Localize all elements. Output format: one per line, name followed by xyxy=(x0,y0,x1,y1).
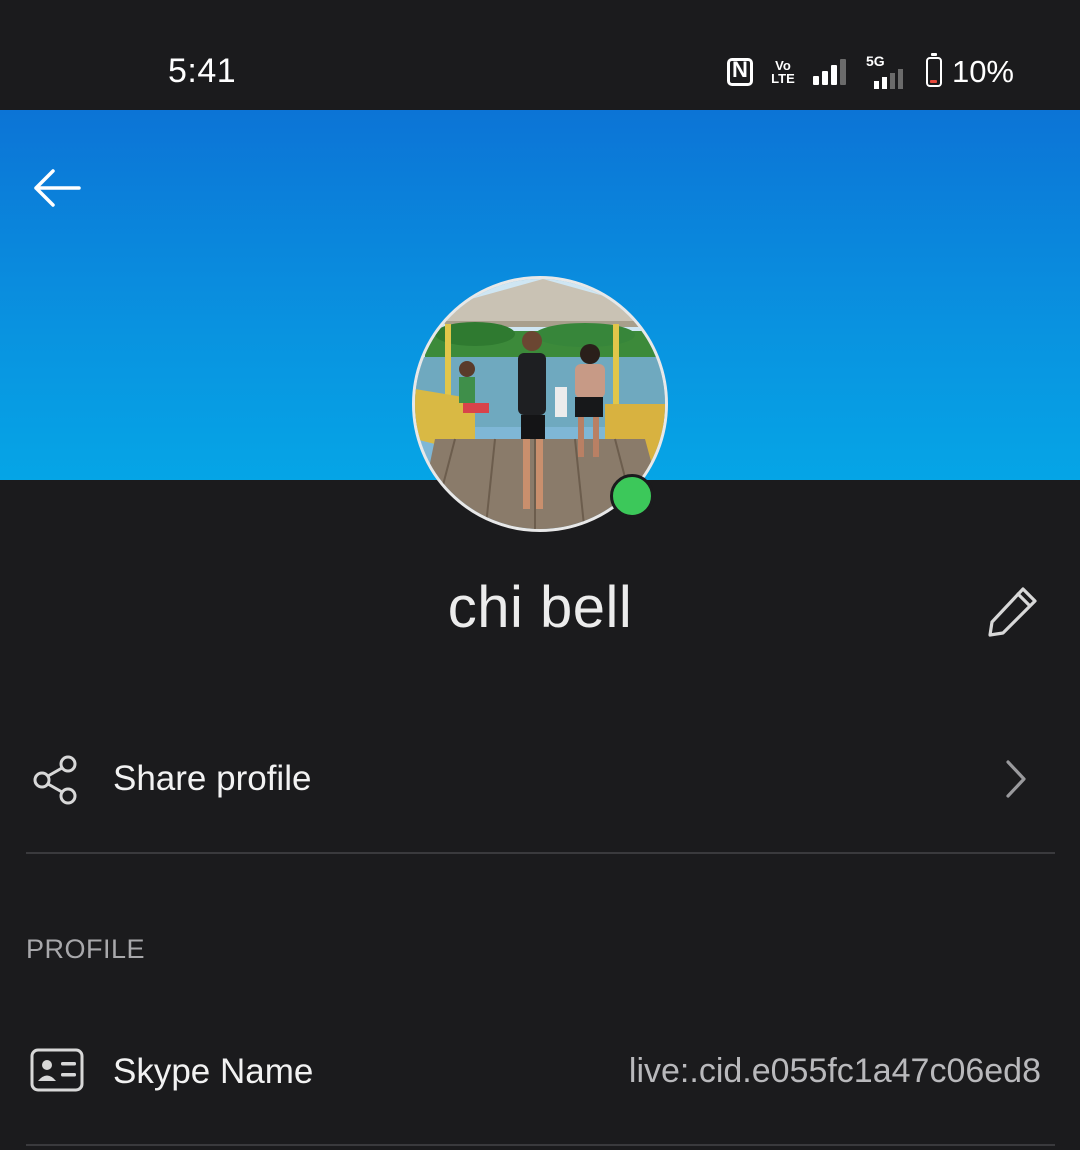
back-arrow-icon xyxy=(34,169,81,207)
network-label: 5G xyxy=(865,53,885,69)
status-icons: Vo LTE 5G 10% xyxy=(726,52,1014,92)
skype-name-value[interactable]: live:.cid.e055fc1a47c06ed8 xyxy=(629,1052,1041,1091)
share-profile-row[interactable]: Share profile xyxy=(0,735,1080,827)
status-bar: 5:41 Vo LTE 5G 10% xyxy=(0,0,1080,110)
share-icon xyxy=(33,755,77,805)
status-time: 5:41 xyxy=(168,52,237,90)
skype-name-label: Skype Name xyxy=(113,1052,314,1091)
volte-label: Vo LTE xyxy=(771,58,795,86)
edit-name-button[interactable] xyxy=(982,580,1044,642)
divider xyxy=(26,1144,1055,1146)
battery-percent: 10% xyxy=(951,54,1014,89)
chevron-right-icon xyxy=(1006,760,1026,798)
skype-name-row[interactable]: Skype Name live:.cid.e055fc1a47c06ed8 xyxy=(0,1030,1080,1120)
id-card-icon xyxy=(30,1048,84,1092)
pencil-icon xyxy=(988,587,1037,637)
battery-icon xyxy=(925,53,942,87)
section-heading-profile: PROFILE xyxy=(26,934,146,964)
back-button[interactable] xyxy=(26,160,86,216)
volte-icon: Vo LTE xyxy=(767,59,799,85)
profile-display-name: chi bell xyxy=(447,575,633,640)
network-5g-icon: 5G xyxy=(860,53,912,89)
nfc-icon xyxy=(726,57,753,86)
divider xyxy=(26,852,1055,854)
profile-screen: 5:41 Vo LTE 5G 10% xyxy=(0,0,1080,1150)
signal-strength-icon xyxy=(812,59,846,85)
share-profile-label: Share profile xyxy=(113,759,312,798)
presence-online-indicator xyxy=(610,474,654,518)
